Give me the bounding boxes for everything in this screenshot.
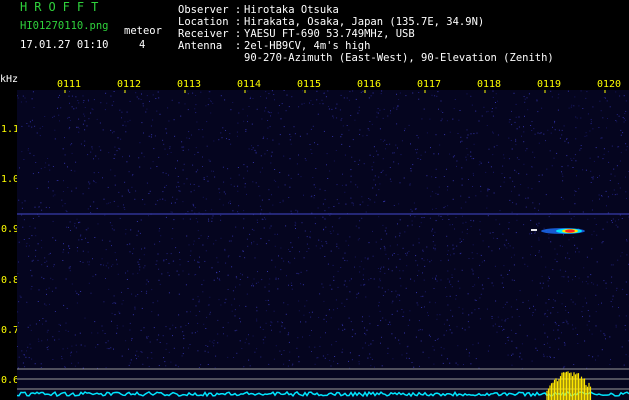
timestamp: 17.01.27 01:10	[20, 39, 109, 51]
antenna-value-line2: 90-270-Azimuth (East-West), 90-Elevation…	[244, 52, 554, 64]
x-tick-label: 0118	[477, 79, 502, 90]
observer-key: Observer :	[178, 4, 242, 16]
location-value: Hirakata, Osaka, Japan (135.7E, 34.9N)	[244, 16, 485, 28]
x-tick-label: 0115	[297, 79, 322, 90]
x-tick-label: 0114	[237, 79, 262, 90]
x-tick-label: 0120	[597, 79, 622, 90]
location-key: Location :	[178, 16, 242, 28]
y-axis-unit: kHz	[0, 74, 19, 85]
antenna-key: Antenna :	[178, 40, 242, 52]
spectrogram-background	[17, 90, 629, 400]
x-tick-label: 0116	[357, 79, 382, 90]
receiver-value: YAESU FT-690 53.749MHz, USB	[244, 28, 415, 40]
meteor-label: meteor	[124, 25, 162, 37]
observer-value: Hirotaka Otsuka	[244, 4, 339, 16]
receiver-key: Receiver :	[178, 28, 242, 40]
app-logo: HROFFT	[20, 0, 106, 14]
spectrogram	[17, 90, 629, 400]
meteor-count: 4	[139, 39, 146, 51]
file-name: HI01270110.png	[20, 20, 109, 32]
x-tick-label: 0112	[117, 79, 142, 90]
x-tick-label: 0113	[177, 79, 202, 90]
x-tick-label: 0117	[417, 79, 442, 90]
antenna-value-line1: 2el-HB9CV, 4m's high	[244, 40, 371, 52]
x-tick-label: 0111	[57, 79, 82, 90]
x-tick-label: 0119	[537, 79, 562, 90]
